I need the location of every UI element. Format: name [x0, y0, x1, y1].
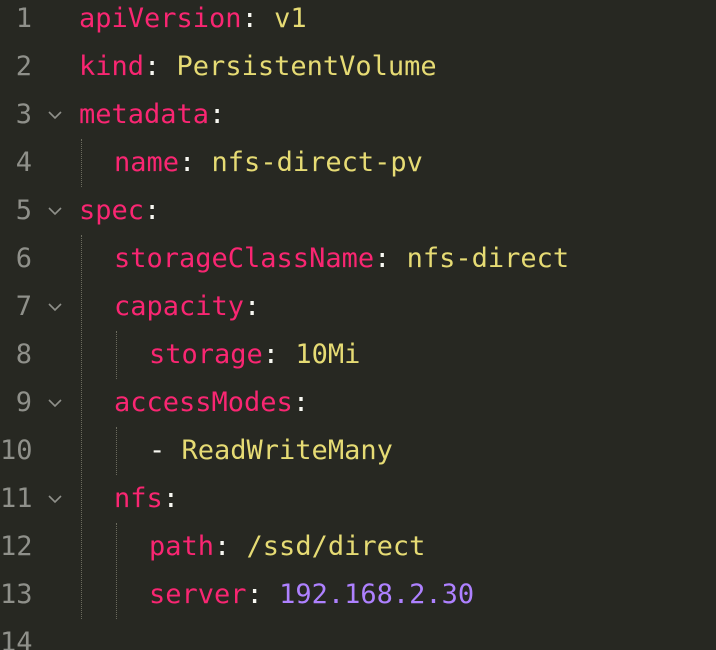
code-text: path: /ssd/direct — [149, 523, 425, 571]
code-text: metadata: — [79, 91, 225, 139]
line-number: 3 — [15, 99, 32, 130]
yaml-value: /ssd/direct — [246, 531, 426, 562]
code-line[interactable]: 5 spec: — [0, 187, 716, 235]
yaml-key: storage — [149, 339, 263, 370]
code-line[interactable]: 10 - ReadWriteMany — [0, 427, 716, 475]
yaml-value: PersistentVolume — [176, 51, 437, 82]
yaml-key: storageClassName — [114, 243, 375, 274]
code-text: accessModes: — [114, 379, 309, 427]
code-line[interactable]: 9 accessModes: — [0, 379, 716, 427]
indent-guide — [116, 427, 117, 475]
code-text: server: 192.168.2.30 — [149, 571, 474, 619]
yaml-separator: : — [179, 147, 212, 178]
code-line[interactable]: 4 name: nfs-direct-pv — [0, 139, 716, 187]
code-text: storageClassName: nfs-direct — [114, 235, 569, 283]
line-number: 1 — [15, 3, 32, 34]
line-number: 11 — [0, 483, 33, 514]
line-number: 10 — [0, 435, 33, 466]
code-editor[interactable]: 1 apiVersion: v1 2 kind: PersistentVolume 3 m… — [0, 0, 716, 650]
yaml-separator: : — [209, 99, 226, 130]
line-number: 8 — [15, 339, 32, 370]
line-number: 4 — [15, 147, 32, 178]
line-number: 14 — [0, 627, 33, 650]
yaml-separator: - — [149, 435, 182, 466]
line-number: 12 — [0, 531, 33, 562]
code-line[interactable]: 8 storage: 10Mi — [0, 331, 716, 379]
yaml-key: capacity — [114, 291, 245, 322]
yaml-separator: : — [244, 291, 261, 322]
indent-guide — [116, 523, 117, 619]
yaml-key: metadata — [79, 99, 210, 130]
yaml-separator: : — [214, 531, 247, 562]
yaml-key: path — [149, 531, 215, 562]
yaml-separator: : — [144, 51, 177, 82]
indent-guide — [81, 235, 82, 619]
code-line[interactable]: 13 server: 192.168.2.30 — [0, 571, 716, 619]
code-line[interactable]: 11 nfs: — [0, 475, 716, 523]
code-line[interactable]: 14 — [0, 619, 716, 650]
yaml-separator: : — [144, 195, 161, 226]
code-text: spec: — [79, 187, 160, 235]
yaml-separator: : — [262, 339, 296, 370]
yaml-key: apiVersion — [79, 3, 242, 34]
line-number: 2 — [15, 51, 32, 82]
code-line[interactable]: 12 path: /ssd/direct — [0, 523, 716, 571]
fold-chevron-icon[interactable] — [48, 396, 62, 410]
yaml-key: name — [114, 147, 180, 178]
code-text: storage: 10Mi — [149, 331, 360, 379]
yaml-value: 10Mi — [295, 339, 361, 370]
yaml-separator: : — [246, 579, 280, 610]
code-line[interactable]: 2 kind: PersistentVolume — [0, 43, 716, 91]
yaml-key: kind — [79, 51, 145, 82]
line-number: 7 — [15, 291, 32, 322]
yaml-separator: : — [292, 387, 310, 418]
code-text: apiVersion: v1 — [79, 0, 307, 43]
line-number: 13 — [0, 579, 33, 610]
yaml-value: nfs-direct — [406, 243, 570, 274]
fold-chevron-icon[interactable] — [48, 108, 62, 122]
fold-chevron-icon[interactable] — [48, 204, 62, 218]
code-line[interactable]: 6 storageClassName: nfs-direct — [0, 235, 716, 283]
yaml-separator: : — [241, 3, 275, 34]
yaml-key: nfs — [114, 483, 163, 514]
indent-guide — [81, 139, 82, 187]
code-text: capacity: — [114, 283, 260, 331]
yaml-value: nfs-direct-pv — [211, 147, 423, 178]
line-number: 9 — [15, 387, 32, 418]
yaml-separator: : — [162, 483, 180, 514]
code-text: name: nfs-direct-pv — [114, 139, 423, 187]
code-line[interactable]: 1 apiVersion: v1 — [0, 0, 716, 43]
code-text: kind: PersistentVolume — [79, 43, 437, 91]
yaml-key: accessModes — [114, 387, 293, 418]
fold-chevron-icon[interactable] — [48, 300, 62, 314]
yaml-value: v1 — [274, 3, 307, 34]
yaml-value: ReadWriteMany — [181, 435, 393, 466]
line-number: 5 — [15, 195, 32, 226]
code-text: - ReadWriteMany — [149, 427, 393, 475]
code-text: nfs: — [114, 475, 179, 523]
yaml-separator: : — [374, 243, 407, 274]
yaml-value: 192.168.2.30 — [279, 579, 475, 610]
indent-guide — [116, 331, 117, 379]
code-line[interactable]: 7 capacity: — [0, 283, 716, 331]
yaml-key: spec — [79, 195, 145, 226]
line-number: 6 — [15, 243, 32, 274]
fold-chevron-icon[interactable] — [48, 492, 62, 506]
yaml-key: server — [149, 579, 247, 610]
code-line[interactable]: 3 metadata: — [0, 91, 716, 139]
